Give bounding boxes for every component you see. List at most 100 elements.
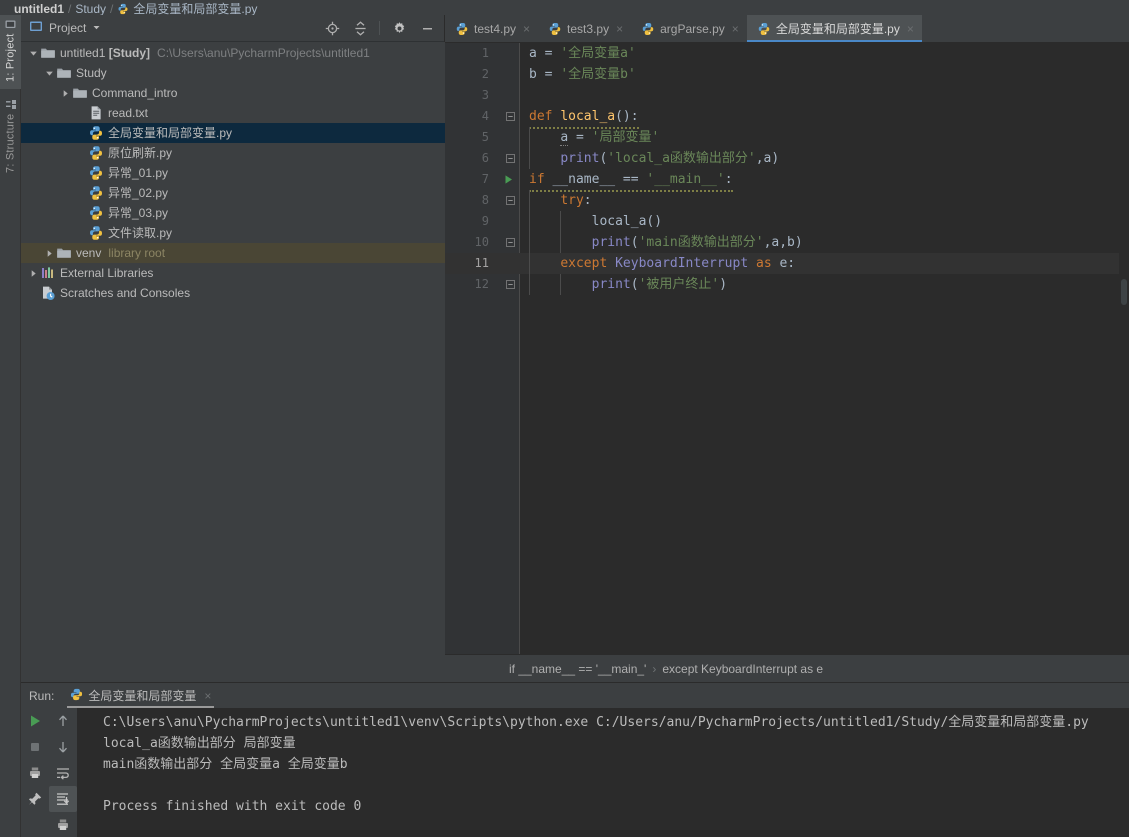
gear-icon[interactable] bbox=[388, 17, 410, 39]
editor-breadcrumb-item[interactable]: if __name__ == '__main_' bbox=[509, 662, 646, 676]
stop-icon[interactable] bbox=[21, 734, 49, 760]
code-token: : bbox=[724, 172, 733, 187]
editor-breadcrumb-item[interactable]: except KeyboardInterrupt as e bbox=[662, 662, 823, 676]
fold-marker-icon[interactable] bbox=[505, 232, 516, 253]
editor-tab[interactable]: test4.py × bbox=[445, 15, 538, 42]
tree-row[interactable]: 全局变量和局部变量.py bbox=[21, 123, 445, 143]
code-token: __name__ bbox=[552, 172, 616, 187]
editor-tab[interactable]: 全局变量和局部变量.py × bbox=[746, 15, 922, 42]
tree-row-label: 异常_01.py bbox=[108, 166, 169, 180]
soft-wrap-icon[interactable] bbox=[49, 760, 77, 786]
fold-marker-icon[interactable] bbox=[505, 274, 516, 295]
line-number: 5 bbox=[481, 130, 489, 144]
code-token: ( bbox=[630, 235, 639, 250]
code-line[interactable]: 6 print('local_a函数输出部分',a) bbox=[445, 148, 1129, 169]
sidebar-item-project[interactable]: 1: Project bbox=[0, 15, 21, 89]
locate-icon[interactable] bbox=[321, 17, 343, 39]
tree-row-label: Scratches and Consoles bbox=[60, 286, 191, 300]
code-token: local_a bbox=[560, 109, 616, 124]
breadcrumb-item[interactable]: 全局变量和局部变量.py bbox=[133, 3, 257, 15]
pin-icon[interactable] bbox=[21, 786, 49, 812]
scrollbar-thumb[interactable] bbox=[1121, 279, 1127, 305]
run-gutter-icon[interactable] bbox=[503, 169, 515, 190]
project-title: Project bbox=[49, 21, 87, 35]
tree-row[interactable]: 异常_03.py bbox=[21, 203, 445, 223]
python-file-icon bbox=[88, 205, 104, 221]
code-line[interactable]: 3 bbox=[445, 85, 1129, 106]
down-arrow-icon[interactable] bbox=[49, 734, 77, 760]
project-window-icon bbox=[29, 19, 43, 38]
code-line[interactable]: 8 try: bbox=[445, 190, 1129, 211]
tree-row[interactable]: untitled1 [Study] C:\Users\anu\PycharmPro… bbox=[21, 43, 445, 63]
code-line[interactable]: 2 b = '全局变量b' bbox=[445, 64, 1129, 85]
chevron-right-icon[interactable] bbox=[27, 263, 40, 283]
code-line[interactable]: 7 if __name__ == '__main__': bbox=[445, 169, 1129, 192]
code-token: 'local_a函数输出部分' bbox=[607, 151, 756, 166]
rerun-icon[interactable] bbox=[21, 708, 49, 734]
code-line[interactable]: 1 a = '全局变量a' bbox=[445, 43, 1129, 64]
chevron-down-icon[interactable] bbox=[27, 43, 40, 63]
close-icon[interactable]: × bbox=[523, 22, 530, 36]
line-number: 8 bbox=[481, 193, 489, 207]
line-number: 10 bbox=[474, 235, 489, 249]
code-line[interactable]: 5 a = '局部变量' bbox=[445, 127, 1129, 148]
breadcrumb-item[interactable]: Study bbox=[75, 3, 106, 15]
tree-row[interactable]: venv library root bbox=[21, 243, 445, 263]
fold-marker-icon[interactable] bbox=[505, 190, 516, 211]
breadcrumb-item[interactable]: untitled1 bbox=[14, 3, 64, 15]
editor-scrollbar[interactable] bbox=[1119, 71, 1129, 654]
breadcrumb-separator: › bbox=[652, 661, 657, 676]
sidebar-item-structure[interactable]: 7: Structure bbox=[0, 95, 21, 179]
tree-row[interactable]: 异常_02.py bbox=[21, 183, 445, 203]
code-editor[interactable]: 1a = '全局变量a' 2 b = '全局变量b' 3 4 def local_a():… bbox=[445, 43, 1129, 654]
fold-marker-icon[interactable] bbox=[505, 148, 516, 169]
chevron-right-icon[interactable] bbox=[59, 83, 72, 103]
tree-row-note: C:\Users\anu\PycharmProjects\untitled1 bbox=[157, 46, 370, 60]
tree-row[interactable]: 文件读取.py bbox=[21, 223, 445, 243]
tree-row[interactable]: External Libraries bbox=[21, 263, 445, 283]
console-line: main函数输出部分 全局变量a 全局变量b bbox=[103, 757, 348, 772]
tree-row[interactable]: Command_intro bbox=[21, 83, 445, 103]
line-number: 12 bbox=[474, 277, 489, 291]
chevron-down-icon[interactable] bbox=[92, 19, 101, 37]
tree-row[interactable]: read.txt bbox=[21, 103, 445, 123]
code-token: print bbox=[560, 151, 600, 166]
close-icon[interactable]: × bbox=[616, 22, 623, 36]
code-line[interactable]: 9 local_a() bbox=[445, 211, 1129, 232]
code-line[interactable]: 12 print('被用户终止') bbox=[445, 274, 1129, 295]
close-icon[interactable]: × bbox=[907, 22, 914, 36]
code-lines[interactable]: 1a = '全局变量a' 2 b = '全局变量b' 3 4 def local_a():… bbox=[445, 43, 1129, 654]
minimize-icon[interactable] bbox=[416, 17, 438, 39]
print-settings-icon[interactable] bbox=[49, 812, 77, 837]
code-line[interactable]: 4 def local_a(): bbox=[445, 106, 1129, 129]
tree-row[interactable]: 原位刷新.py bbox=[21, 143, 445, 163]
tree-row-note: library root bbox=[108, 246, 166, 260]
editor-breadcrumbs[interactable]: if __name__ == '__main_' › except Keyboard… bbox=[445, 654, 1129, 682]
console-output[interactable]: C:\Users\anu\PycharmProjects\untitled1\v… bbox=[77, 708, 1129, 837]
tree-row[interactable]: Scratches and Consoles bbox=[21, 283, 445, 303]
scroll-to-end-icon[interactable] bbox=[49, 786, 77, 812]
editor-tab[interactable]: argParse.py × bbox=[631, 15, 747, 42]
code-text: print('main函数输出部分',a,b) bbox=[529, 232, 803, 253]
line-number: 4 bbox=[481, 109, 489, 123]
code-line[interactable]: 10 print('main函数输出部分',a,b) bbox=[445, 232, 1129, 253]
tree-row[interactable]: Study bbox=[21, 63, 445, 83]
collapse-all-icon[interactable] bbox=[349, 17, 371, 39]
run-configuration-tab[interactable]: 全局变量和局部变量 × bbox=[64, 683, 217, 708]
close-icon[interactable]: × bbox=[732, 22, 739, 36]
code-token: ,a,b) bbox=[763, 235, 803, 250]
code-token: def bbox=[529, 109, 561, 124]
chevron-down-icon[interactable] bbox=[43, 63, 56, 83]
chevron-right-icon[interactable] bbox=[43, 243, 56, 263]
up-arrow-icon[interactable] bbox=[49, 708, 77, 734]
fold-marker-icon[interactable] bbox=[505, 106, 516, 127]
tree-row-label: 异常_02.py bbox=[108, 186, 169, 200]
print-icon[interactable] bbox=[21, 760, 49, 786]
project-tree[interactable]: untitled1 [Study] C:\Users\anu\PycharmPro… bbox=[21, 42, 445, 682]
tree-row[interactable]: 异常_01.py bbox=[21, 163, 445, 183]
code-line[interactable]: 11 except KeyboardInterrupt as e: bbox=[445, 253, 1129, 274]
editor-tab[interactable]: test3.py × bbox=[538, 15, 631, 42]
close-icon[interactable]: × bbox=[204, 689, 211, 703]
